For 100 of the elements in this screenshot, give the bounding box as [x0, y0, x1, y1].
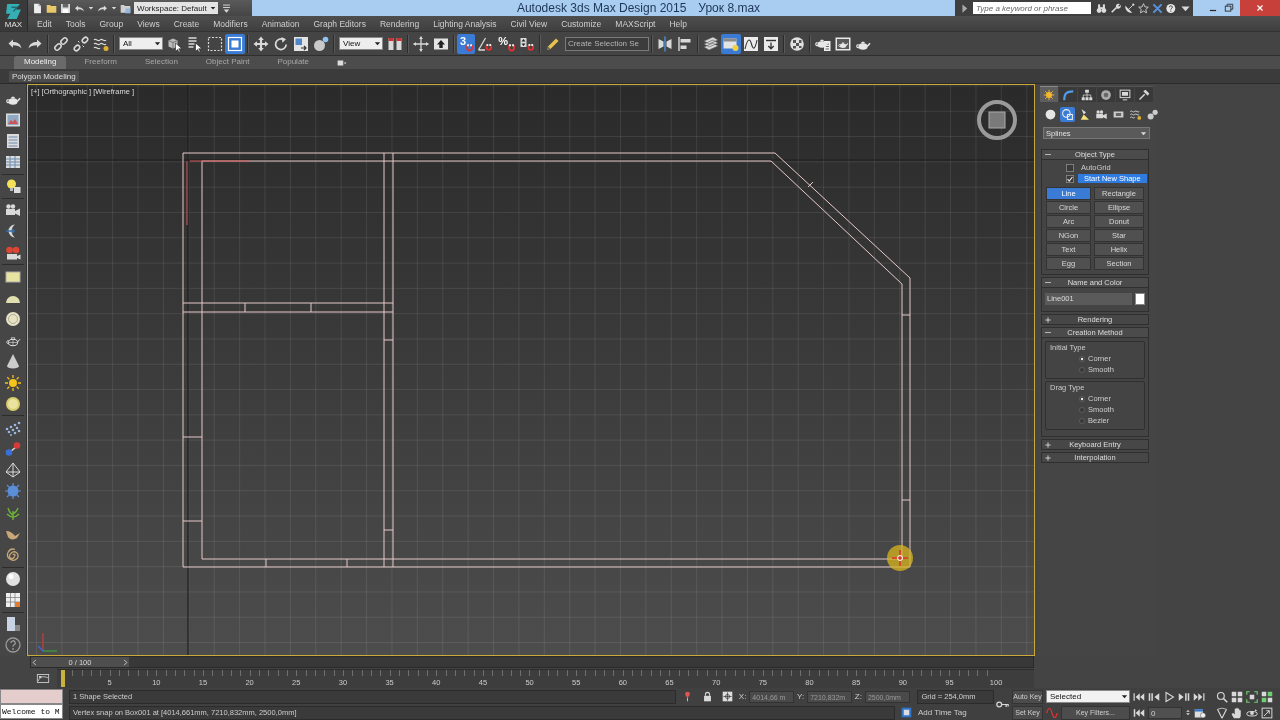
- magnifier-icon[interactable]: [1216, 690, 1228, 703]
- ribbon-tab[interactable]: Object Paint: [195, 56, 260, 70]
- menu-item[interactable]: Create: [166, 18, 207, 29]
- binoculars-icon[interactable]: [1096, 2, 1107, 14]
- checkbox[interactable]: [1066, 163, 1074, 172]
- sun-icon[interactable]: [5, 374, 21, 391]
- menu-item[interactable]: Animation: [254, 18, 307, 29]
- movie-camera-icon[interactable]: [5, 202, 21, 219]
- radio-button[interactable]: [1079, 355, 1085, 362]
- dot-grid-icon[interactable]: [5, 419, 21, 436]
- project-folder-icon[interactable]: [120, 2, 131, 14]
- radio-button[interactable]: [1079, 366, 1085, 373]
- menu-item[interactable]: Customize: [554, 18, 609, 29]
- next-frame-icon[interactable]: [1178, 690, 1190, 703]
- list-panel-icon[interactable]: [5, 132, 21, 149]
- satellite-dish-icon[interactable]: [1124, 2, 1135, 14]
- ribbon-tab[interactable]: Selection: [134, 56, 188, 70]
- application-button[interactable]: MAX: [0, 0, 28, 31]
- previous-frame-icon[interactable]: [1148, 690, 1160, 703]
- wave-lines-icon[interactable]: [1128, 107, 1143, 122]
- frame-corners-icon[interactable]: [1246, 690, 1258, 703]
- menu-item[interactable]: Rendering: [372, 18, 427, 29]
- star-icon[interactable]: [1138, 2, 1149, 14]
- triangle-right-icon[interactable]: [959, 2, 970, 14]
- help-icon[interactable]: [1166, 2, 1177, 14]
- field-of-view-icon[interactable]: [1216, 706, 1228, 719]
- crosshair-square-icon[interactable]: [721, 691, 733, 702]
- maxscript-output-field[interactable]: Welcome to M: [0, 704, 63, 719]
- spiral-shell-icon[interactable]: [5, 546, 21, 563]
- workspace-dropdown[interactable]: Workspace: Default: [134, 2, 218, 14]
- movie-camera-icon[interactable]: [1094, 107, 1109, 122]
- wire-pyramid-icon[interactable]: [5, 462, 21, 479]
- key-set-dropdown[interactable]: Selected: [1046, 690, 1130, 703]
- document-icon[interactable]: [32, 2, 43, 14]
- broken-chain-icon[interactable]: [71, 33, 91, 54]
- command-panel-tab[interactable]: [1116, 86, 1134, 102]
- play-icon[interactable]: [1163, 690, 1175, 703]
- four-squares-icon[interactable]: [1231, 690, 1243, 703]
- ribbon-tab[interactable]: Freeform: [74, 56, 127, 70]
- percent-snap-button[interactable]: %: [495, 33, 517, 54]
- circle-square-icon[interactable]: [1060, 107, 1075, 122]
- caret-down-icon[interactable]: [88, 5, 94, 11]
- snap-button[interactable]: 3: [457, 33, 476, 54]
- lightbulb-icon[interactable]: [5, 178, 21, 195]
- curve-panel-icon[interactable]: [35, 671, 51, 685]
- spiky-ball-icon[interactable]: [5, 483, 21, 500]
- plane-icon[interactable]: [5, 268, 21, 285]
- maxscript-input-field[interactable]: [0, 689, 63, 704]
- nested-squares-icon[interactable]: [225, 33, 245, 54]
- radio-button[interactable]: [1079, 406, 1085, 413]
- step-back-icon[interactable]: [1133, 706, 1145, 719]
- toolbar-dropdown[interactable]: All: [119, 37, 163, 51]
- command-panel-tab[interactable]: [1135, 86, 1153, 102]
- menu-item[interactable]: Graph Editors: [306, 18, 373, 29]
- current-frame-field[interactable]: 0: [1148, 706, 1182, 719]
- padlock-icon[interactable]: [701, 691, 713, 702]
- lines-caret-icon[interactable]: [221, 2, 232, 14]
- film-camera-icon[interactable]: [5, 244, 21, 261]
- disc-icon[interactable]: [5, 311, 21, 328]
- tag-square-icon[interactable]: [901, 707, 912, 718]
- sphere-icon[interactable]: [5, 571, 21, 587]
- table-grid-icon[interactable]: [5, 154, 21, 171]
- calendar-clock-icon[interactable]: [1194, 706, 1206, 719]
- chevron-left-icon[interactable]: [31, 658, 38, 666]
- wrench-icon[interactable]: [1110, 2, 1121, 14]
- spinner-arrows-icon[interactable]: [1185, 707, 1191, 718]
- tiled-squares-icon[interactable]: [1261, 690, 1273, 703]
- window-bulb-icon[interactable]: [720, 33, 741, 54]
- ribbon-tab[interactable]: Populate: [267, 56, 319, 70]
- menu-item[interactable]: Views: [130, 18, 167, 29]
- command-panel-tab[interactable]: [1059, 86, 1077, 102]
- hand-icon[interactable]: [1231, 706, 1243, 719]
- menu-item[interactable]: Tools: [58, 18, 93, 29]
- ribbon-tab[interactable]: Modeling: [14, 56, 67, 70]
- chevron-right-icon[interactable]: [122, 658, 129, 666]
- search-field[interactable]: Type a keyword or phrase: [973, 2, 1091, 14]
- sphere-icon[interactable]: [1043, 107, 1058, 122]
- current-frame-marker[interactable]: [61, 669, 65, 687]
- skip-start-icon[interactable]: [1133, 690, 1145, 703]
- skip-end-icon[interactable]: [1193, 690, 1205, 703]
- view-cube-icon[interactable]: [977, 100, 1017, 140]
- command-panel-tab[interactable]: [1078, 86, 1096, 102]
- radio-button[interactable]: [1079, 417, 1085, 424]
- cone-icon[interactable]: [5, 353, 21, 370]
- maximize-icon[interactable]: [1261, 706, 1273, 719]
- menu-item[interactable]: Lighting Analysis: [426, 18, 504, 29]
- picture-frame-icon[interactable]: [5, 111, 21, 128]
- add-time-tag-button[interactable]: Add Time Tag: [918, 708, 967, 717]
- radio-button[interactable]: [1079, 395, 1085, 402]
- folder-icon[interactable]: [46, 2, 57, 14]
- command-panel-tab[interactable]: [1097, 86, 1115, 102]
- command-panel-tab[interactable]: [1040, 86, 1058, 102]
- restore-icon[interactable]: [1224, 3, 1234, 13]
- menu-item[interactable]: Modifiers: [206, 18, 255, 29]
- toolbar-dropdown[interactable]: View: [339, 37, 383, 51]
- device-icon[interactable]: [5, 616, 21, 633]
- menu-item[interactable]: Civil View: [503, 18, 555, 29]
- selection-set-field[interactable]: Create Selection Se: [564, 36, 649, 51]
- checkbox[interactable]: [1066, 174, 1074, 183]
- sphere-icon[interactable]: [5, 395, 21, 412]
